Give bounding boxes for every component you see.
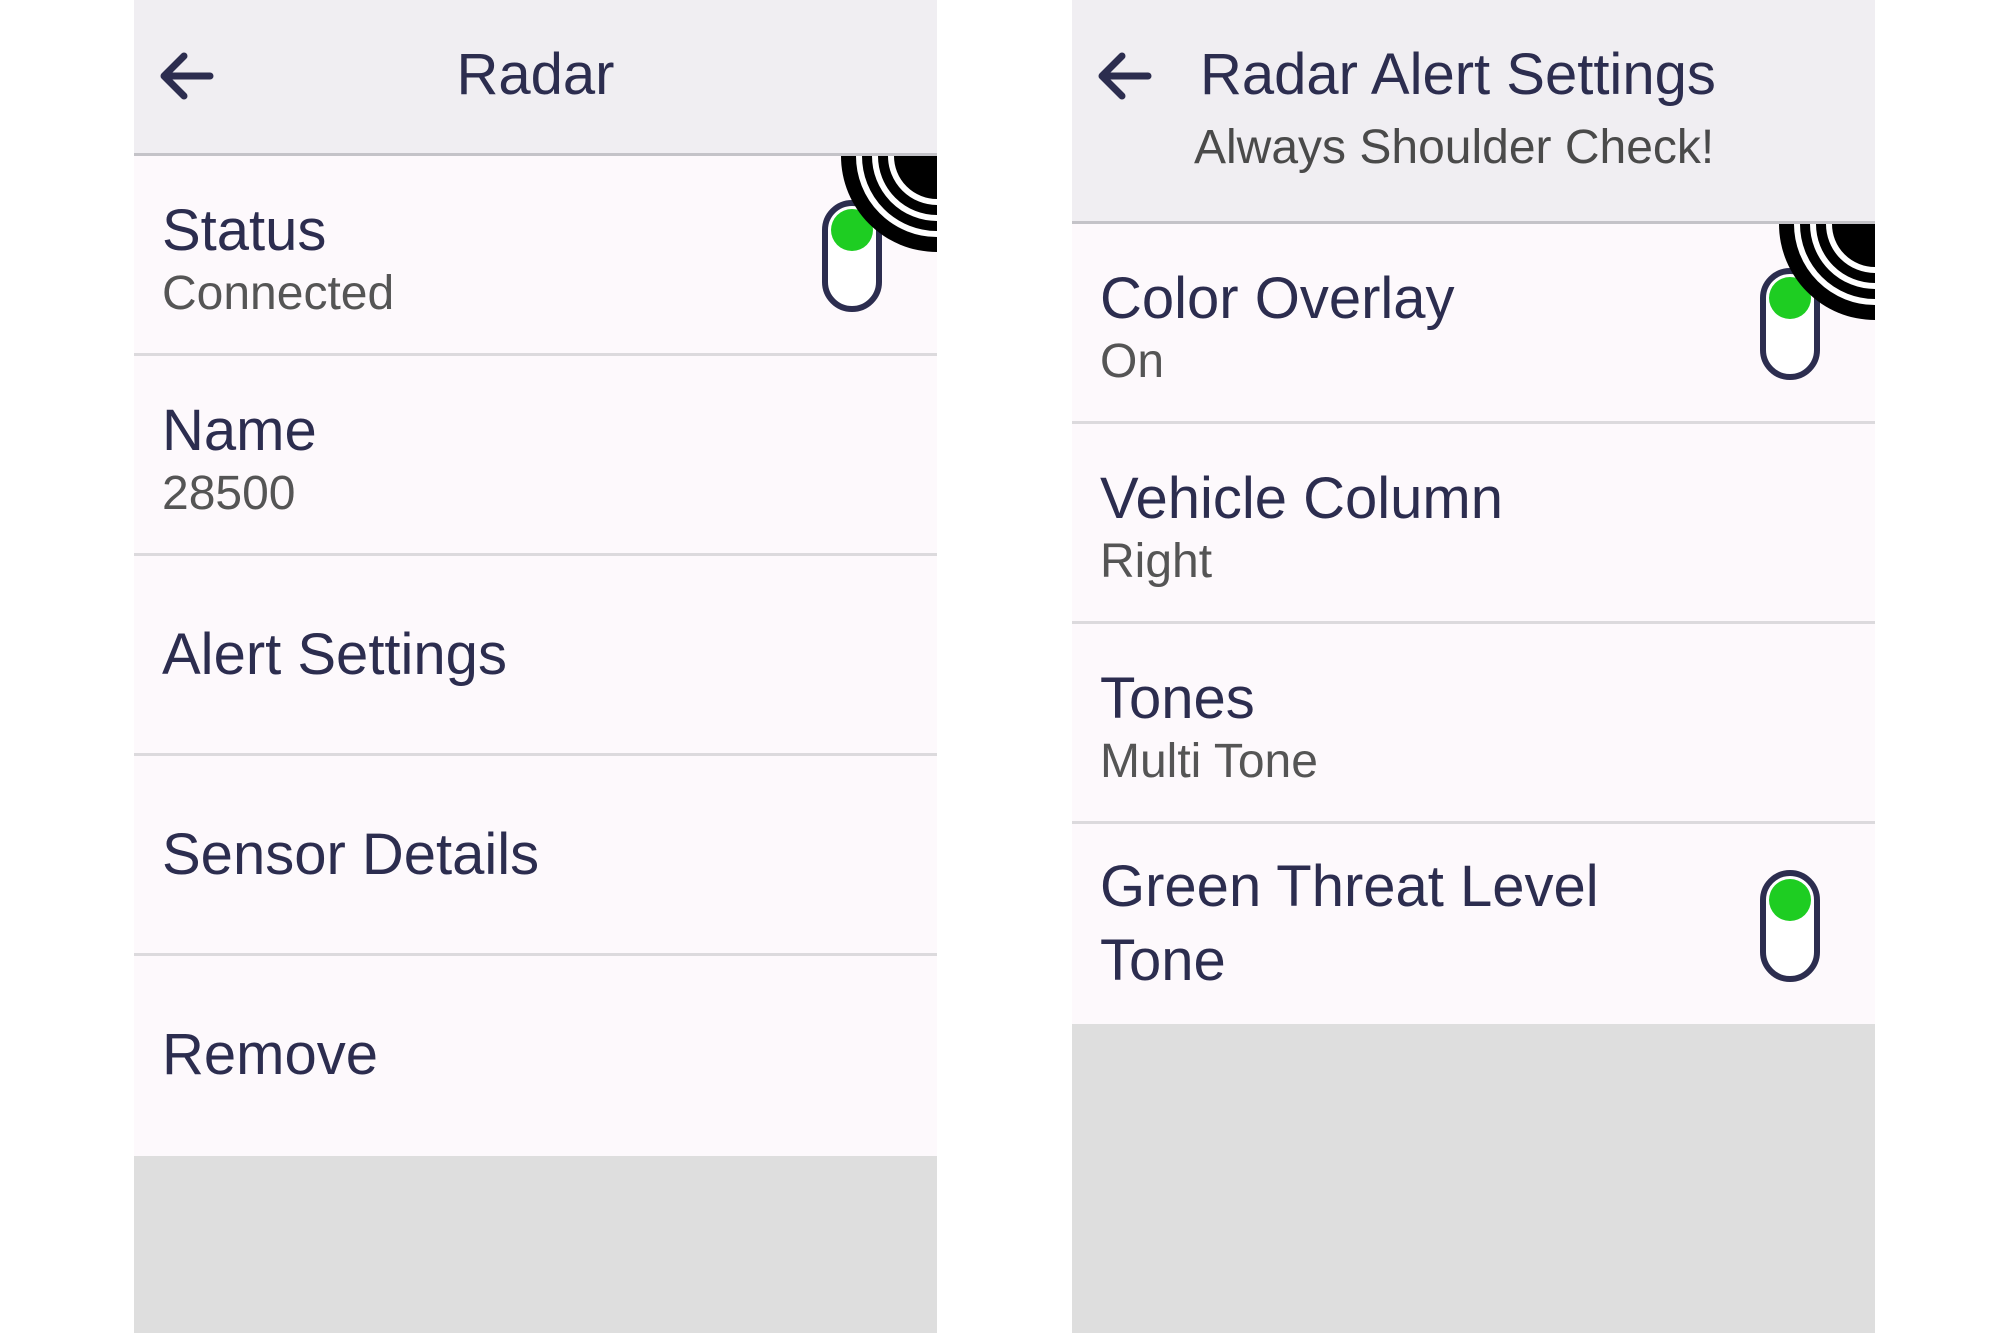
row-label: Sensor Details [162,822,540,887]
page-subtitle: Always Shoulder Check! [1194,121,1715,174]
toggle-knob [1769,879,1811,921]
row-value: Multi Tone [1100,735,1318,788]
radar-screen: Radar Status Connected Name 28500 Alert … [134,0,937,1333]
row-label: Status [162,198,327,263]
green-threat-tone-toggle[interactable] [1760,870,1820,982]
row-label: Name [162,398,317,463]
row-label: Vehicle Column [1100,466,1503,531]
row-vehicle-column[interactable]: Vehicle Column Right [1072,424,1875,624]
settings-list: Color Overlay On Vehicle Column Right To… [1072,224,1875,1024]
row-label: Tones [1100,666,1255,731]
radar-alert-settings-screen: Radar Alert Settings Always Shoulder Che… [1072,0,1875,1333]
row-remove[interactable]: Remove [134,956,937,1156]
row-value: On [1100,335,1165,388]
row-color-overlay[interactable]: Color Overlay On [1072,224,1875,424]
row-value: 28500 [162,467,296,520]
row-sensor-details[interactable]: Sensor Details [134,756,937,956]
radar-signal-icon [841,156,937,252]
header: Radar Alert Settings Always Shoulder Che… [1072,0,1875,224]
radar-signal-icon [1779,224,1875,320]
row-label: Alert Settings [162,622,507,687]
row-label: Green Threat Level Tone [1100,854,1599,993]
row-value: Connected [162,267,395,320]
row-tones[interactable]: Tones Multi Tone [1072,624,1875,824]
row-status[interactable]: Status Connected [134,156,937,356]
arrow-left-icon[interactable] [1092,44,1156,108]
row-value: Right [1100,535,1213,588]
row-green-threat-level-tone[interactable]: Green Threat Level Tone [1072,824,1875,1024]
row-alert-settings[interactable]: Alert Settings [134,556,937,756]
settings-list: Status Connected Name 28500 Alert Settin… [134,156,937,1156]
row-label: Color Overlay [1100,266,1455,331]
page-title: Radar Alert Settings [1200,42,1716,107]
row-label: Remove [162,1022,378,1087]
page-title: Radar [456,42,615,107]
row-name[interactable]: Name 28500 [134,356,937,556]
header: Radar [134,0,937,156]
